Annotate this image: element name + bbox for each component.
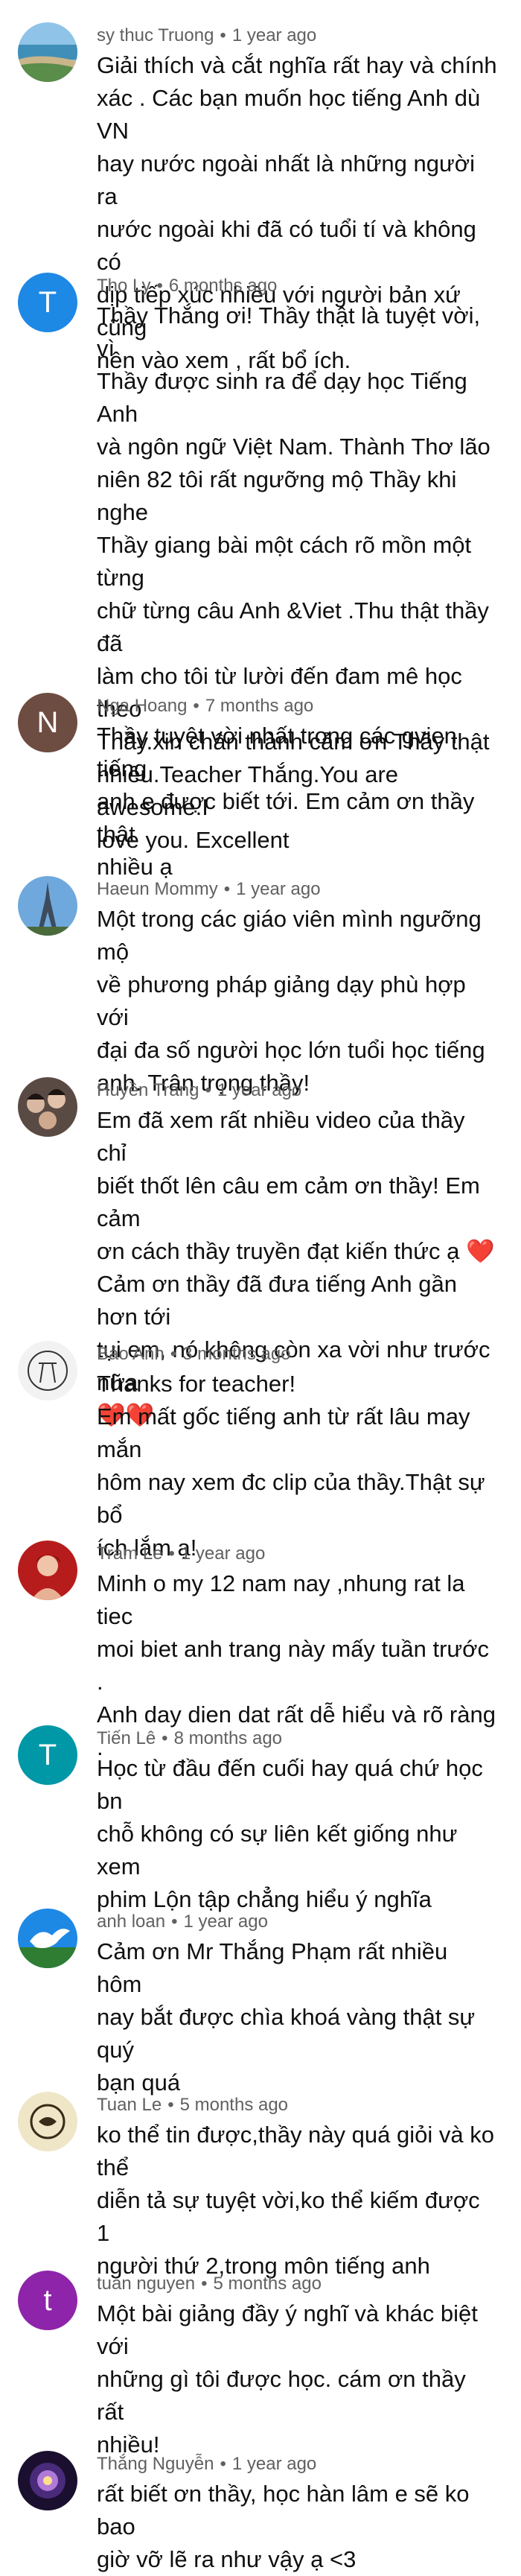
comment-time[interactable]: 1 year ago: [232, 2454, 316, 2474]
comment-meta: anh loan • 1 year ago: [97, 1912, 268, 1932]
comment-meta: Tiến Lê • 8 months ago: [97, 1728, 282, 1749]
comment-author[interactable]: Haeun Mommy: [97, 879, 218, 899]
comment-meta: tuan nguyen • 5 months ago: [97, 2274, 322, 2294]
avatar-letter[interactable]: N: [18, 693, 77, 752]
avatar-letter[interactable]: T: [18, 273, 77, 332]
separator-dot: •: [220, 2454, 226, 2474]
separator-dot: •: [193, 696, 199, 716]
comment-text: Học từ đầu đến cuối hay quá chứ học bn c…: [97, 1755, 483, 1912]
comment-text: ko thể tin được,thầy này quá giỏi và ko …: [97, 2122, 494, 2279]
separator-dot: •: [171, 1912, 178, 1932]
comment-author[interactable]: Tiến Lê: [97, 1728, 156, 1748]
comment-author[interactable]: Tho Ly: [97, 276, 150, 296]
comment-author[interactable]: Bảo Anh: [97, 1344, 164, 1364]
beach-landscape-icon[interactable]: [18, 22, 77, 82]
avatar-initial: t: [43, 2283, 52, 2317]
separator-dot: •: [167, 2095, 174, 2115]
comment-text: Thanks for teacher! Em mất gốc tiếng anh…: [97, 1371, 485, 1561]
avatar-initial: T: [38, 1738, 57, 1771]
separator-dot: •: [156, 276, 163, 296]
comment-text: Cảm ơn Mr Thắng Phạm rất nhiều hôm nay b…: [97, 1938, 476, 2096]
separator-dot: •: [201, 2274, 208, 2294]
comment-meta: Haeun Mommy • 1 year ago: [97, 879, 321, 900]
portrait-photo-icon[interactable]: [18, 1541, 77, 1600]
separator-dot: •: [205, 1080, 211, 1100]
comment-author[interactable]: Tram Le: [97, 1544, 162, 1564]
comment-author[interactable]: tuan nguyen: [97, 2274, 195, 2294]
avatar-letter[interactable]: t: [18, 2271, 77, 2330]
galaxy-art-icon[interactable]: [18, 2451, 77, 2510]
comment-meta: Tho Ly • 6 months ago: [97, 276, 277, 296]
comment-time[interactable]: 6 months ago: [169, 276, 277, 296]
comment-text: Thầy tuyệt vời nhất trong các gvien tiến…: [97, 723, 475, 880]
comment-time[interactable]: 5 months ago: [214, 2274, 322, 2294]
avatar-letter[interactable]: T: [18, 1725, 77, 1785]
dove-icon[interactable]: [18, 1909, 77, 1968]
comment-author[interactable]: Huyền Trang: [97, 1080, 199, 1100]
comment-meta: Bảo Anh • 3 months ago: [97, 1344, 291, 1365]
comment-time[interactable]: 1 year ago: [232, 25, 316, 45]
separator-dot: •: [220, 25, 226, 45]
comment-time[interactable]: 5 months ago: [180, 2095, 288, 2115]
comment-time[interactable]: 7 months ago: [205, 696, 313, 716]
comment-meta: Nga Hoang • 7 months ago: [97, 696, 313, 717]
comment-meta: Huyền Trang • 1 year ago: [97, 1080, 301, 1101]
comment-time[interactable]: 1 year ago: [184, 1912, 268, 1932]
comment-time[interactable]: 1 year ago: [236, 879, 320, 899]
comment-meta: Tram Le • 1 year ago: [97, 1544, 265, 1564]
comment-time[interactable]: 1 year ago: [181, 1544, 265, 1564]
separator-dot: •: [168, 1544, 175, 1564]
avatar-initial: N: [36, 705, 59, 739]
comment-time[interactable]: 1 year ago: [217, 1080, 301, 1100]
comment-author[interactable]: sy thuc Truong: [97, 25, 214, 45]
separator-dot: •: [223, 879, 231, 899]
comment-author[interactable]: Tuan Le: [97, 2095, 162, 2115]
comment-meta: Tuan Le • 5 months ago: [97, 2095, 288, 2116]
separator-dot: •: [170, 1344, 177, 1364]
avatar-initial: T: [38, 285, 57, 319]
separator-dot: •: [162, 1728, 168, 1748]
sketch-drawing-icon[interactable]: [18, 1341, 77, 1400]
comment-time[interactable]: 8 months ago: [174, 1728, 282, 1748]
comment-author[interactable]: anh loan: [97, 1912, 165, 1932]
comment-text: Một bài giảng đầy ý nghĩ và khác biệt vớ…: [97, 2300, 478, 2458]
comment-text: rất biết ơn thầy, học hàn lâm e sẽ ko ba…: [97, 2481, 470, 2572]
comment-meta: Thắng Nguyễn • 1 year ago: [97, 2454, 316, 2475]
comment-author[interactable]: Thắng Nguyễn: [97, 2454, 214, 2474]
logo-badge-icon[interactable]: [18, 2092, 77, 2151]
comment-meta: sy thuc Truong • 1 year ago: [97, 25, 316, 46]
group-photo-icon[interactable]: [18, 1077, 77, 1137]
comment-author[interactable]: Nga Hoang: [97, 696, 187, 716]
eiffel-tower-icon[interactable]: [18, 876, 77, 936]
comment-time[interactable]: 3 months ago: [182, 1344, 290, 1364]
comment-text: Một trong các giáo viên mình ngưỡng mộ v…: [97, 906, 485, 1096]
